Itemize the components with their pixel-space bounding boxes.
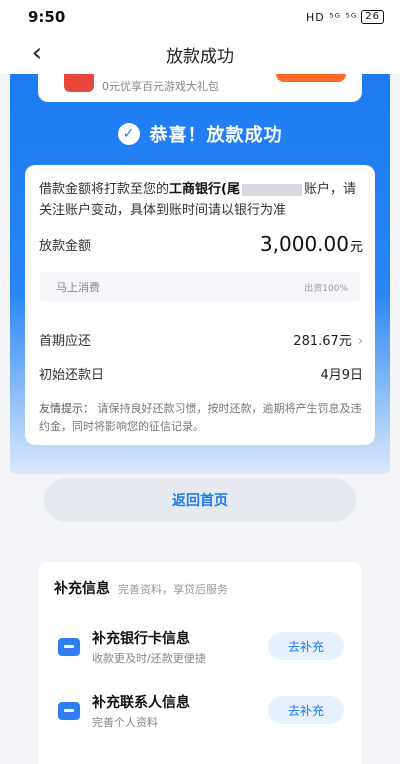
start-date-row: 初始还款日 4月9日 <box>39 364 363 383</box>
first-repayment-value: 281.67元 <box>293 334 352 349</box>
transfer-notice: 借款金额将打款至您的工商银行(尾 账户，请关注账户变动，具体到账时间请以银行为准 <box>39 179 363 221</box>
first-repayment-row[interactable]: 首期应还 281.67元 › <box>39 330 363 349</box>
chevron-right-icon: › <box>357 334 363 349</box>
status-bar: 9:50 HD ⁵ᴳ ⁵ᴳ 26 <box>0 0 400 34</box>
promo-text: 0元优享百元游戏大礼包 <box>102 80 219 93</box>
add-contact-button[interactable]: 去补充 <box>268 696 344 724</box>
supplement-item-contact: 补充联系人信息 完善个人资料 去补充 <box>54 690 350 734</box>
chevron-left-icon: ‹ <box>31 38 43 68</box>
gift-icon <box>64 74 94 92</box>
supplement-header: 补充信息 完善资料，享贷后服务 <box>54 578 228 598</box>
supplement-item-title: 补充银行卡信息 <box>92 631 190 647</box>
success-message: ✓ 恭喜！放款成功 <box>0 118 400 150</box>
amount-label: 放款金额 <box>39 238 92 254</box>
promo-button[interactable] <box>276 74 346 82</box>
supplement-item-desc: 完善个人资料 <box>92 716 158 729</box>
first-repayment-value-wrap: 281.67元 › <box>293 330 363 349</box>
supplement-subtitle: 完善资料，享贷后服务 <box>118 583 228 596</box>
masked-account <box>241 183 302 196</box>
amount-number: 3,000.00 <box>259 232 349 256</box>
funder-name: 马上消费 <box>56 281 100 294</box>
supplement-item-bank-card: 补充银行卡信息 收款更及时/还款更便捷 去补充 <box>54 626 350 670</box>
status-time: 9:50 <box>28 8 66 26</box>
signal-icons: HD ⁵ᴳ ⁵ᴳ <box>305 10 358 24</box>
notice-bank: 工商银行(尾 <box>169 182 240 197</box>
supplement-title: 补充信息 <box>54 581 110 597</box>
bank-card-icon <box>58 638 80 656</box>
return-home-button[interactable]: 返回首页 <box>44 478 356 522</box>
tip-label: 友情提示： <box>39 402 94 415</box>
amount-row: 放款金额 3,000.00元 <box>39 232 363 256</box>
notice-prefix: 借款金额将打款至您的 <box>39 182 170 197</box>
supplement-item-title: 补充联系人信息 <box>92 695 190 711</box>
supplement-card: 补充信息 完善资料，享贷后服务 补充银行卡信息 收款更及时/还款更便捷 去补充 … <box>38 562 362 764</box>
amount-unit: 元 <box>349 240 363 255</box>
amount-value: 3,000.00元 <box>260 232 363 256</box>
status-icons: HD ⁵ᴳ ⁵ᴳ 26 <box>306 10 384 24</box>
back-button[interactable]: ‹ <box>22 38 52 70</box>
funder-box: 马上消费 出资100% <box>40 272 360 302</box>
battery-icon: 26 <box>361 10 384 24</box>
funder-share: 出资100% <box>304 283 348 294</box>
friendly-tip: 友情提示： 请保持良好还款习惯，按时还款，逾期将产生罚息及违约金，同时将影响您的… <box>39 400 365 436</box>
add-bank-card-button[interactable]: 去补充 <box>268 632 344 660</box>
first-repayment-label: 首期应还 <box>39 334 92 349</box>
contact-icon <box>58 702 80 720</box>
check-icon: ✓ <box>117 123 140 145</box>
start-date-label: 初始还款日 <box>39 368 105 383</box>
success-text: 恭喜！放款成功 <box>149 125 283 146</box>
start-date-value: 4月9日 <box>320 368 363 383</box>
supplement-item-desc: 收款更及时/还款更便捷 <box>92 652 206 665</box>
nav-bar: ‹ 放款成功 <box>0 34 400 74</box>
page-title: 放款成功 <box>166 46 234 67</box>
promo-card[interactable]: 0元优享百元游戏大礼包 <box>38 74 362 102</box>
